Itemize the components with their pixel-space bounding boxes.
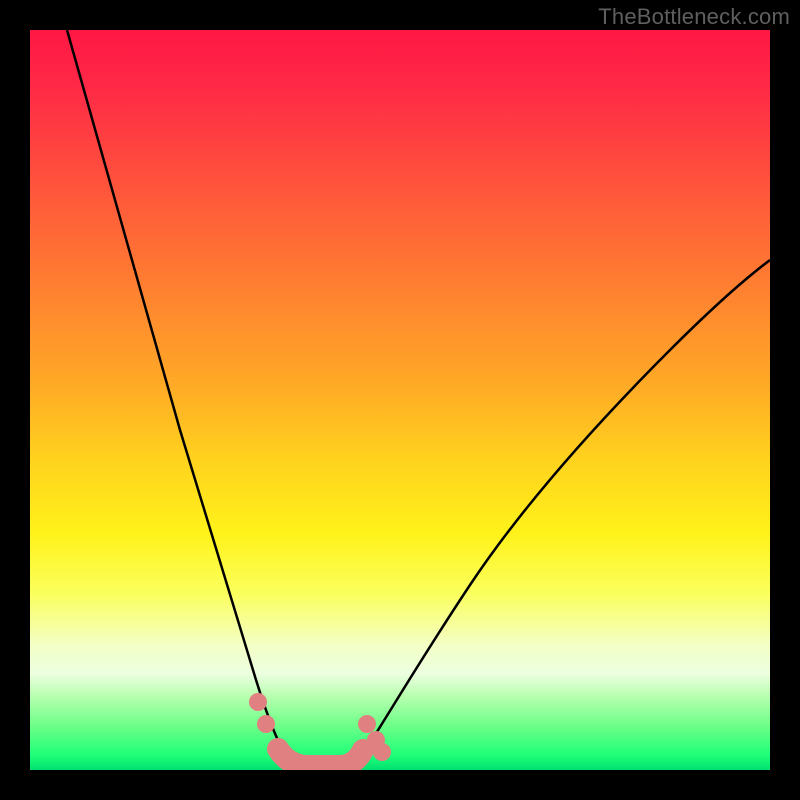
chart-plot: [30, 30, 770, 770]
marker-dot: [373, 743, 391, 761]
watermark-text: TheBottleneck.com: [598, 4, 790, 30]
marker-dot: [249, 693, 267, 711]
marker-dot: [358, 715, 376, 733]
chart-frame: [30, 30, 770, 770]
right-curve: [344, 260, 770, 770]
marker-dot: [257, 715, 275, 733]
marker-bottom-band: [278, 749, 363, 766]
left-curve: [67, 30, 302, 770]
